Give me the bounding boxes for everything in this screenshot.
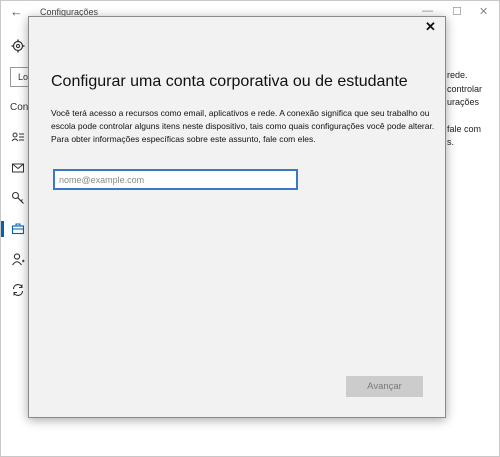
background-text: s. [447,137,455,147]
person-icon[interactable] [11,252,25,266]
dialog-description: Você terá acesso a recursos como email, … [51,108,435,144]
account-info-icon[interactable] [11,130,25,144]
maximize-icon[interactable]: ☐ [452,5,462,18]
email-field[interactable] [53,169,298,190]
window-close-icon[interactable]: ✕ [479,5,488,18]
sync-icon[interactable] [11,283,25,297]
gear-icon[interactable] [11,39,25,53]
background-text: rede. [447,70,468,80]
key-icon[interactable] [11,191,25,205]
background-text: fale com [447,124,482,134]
dialog-title: Configurar uma conta corporativa ou de e… [51,73,408,90]
background-text: urações [447,97,480,107]
mail-icon[interactable] [11,161,25,175]
active-indicator [1,221,4,237]
back-arrow-icon[interactable]: ← [10,4,23,19]
next-button[interactable]: Avançar [346,376,423,397]
briefcase-icon[interactable] [11,222,25,236]
search-text: Lo [18,72,29,82]
background-text: controlar [447,84,483,94]
work-account-dialog: ✕ Configurar uma conta corporativa ou de… [28,16,446,418]
dialog-close-icon[interactable]: ✕ [425,19,436,35]
